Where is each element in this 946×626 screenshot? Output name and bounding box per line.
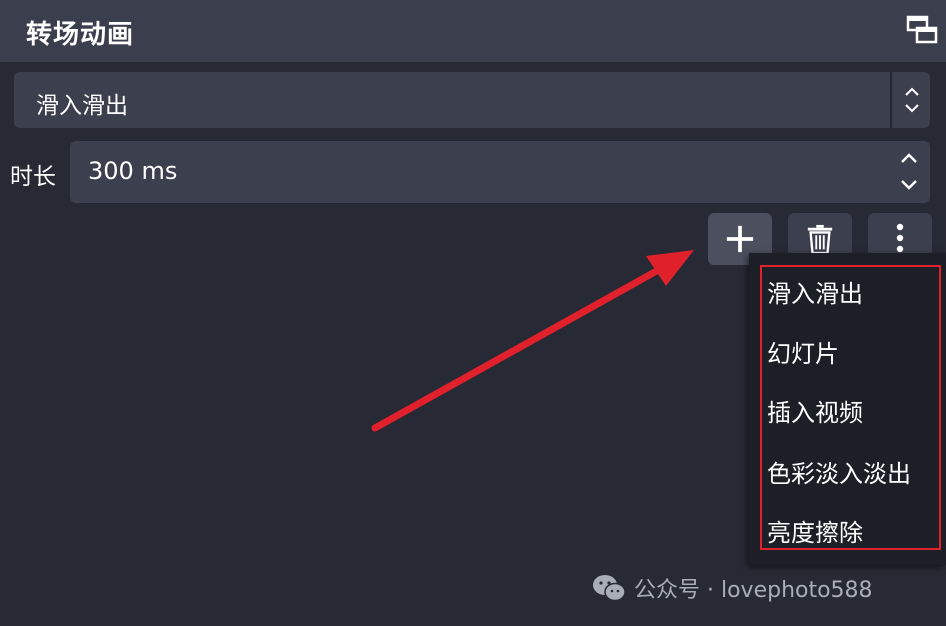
chevron-down-icon[interactable] <box>898 177 920 193</box>
watermark-text: 公众号 · lovephoto588 <box>634 578 873 603</box>
panel-titlebar: 转场动画 <box>0 0 946 62</box>
undock-icon[interactable] <box>906 14 938 46</box>
wechat-icon <box>593 575 626 602</box>
chevron-up-icon[interactable] <box>898 150 920 166</box>
panel-title: 转场动画 <box>26 20 135 50</box>
more-vertical-icon <box>896 223 904 253</box>
duration-value: 300 ms <box>88 157 178 185</box>
duration-label: 时长 <box>10 164 56 190</box>
plus-icon <box>726 225 754 253</box>
transition-select[interactable]: 滑入滑出 <box>14 72 930 128</box>
transition-select-value: 滑入滑出 <box>36 93 128 119</box>
select-divider <box>890 72 892 128</box>
trash-icon <box>807 224 833 255</box>
watermark: 公众号 · lovephoto588 <box>592 571 873 605</box>
select-updown-icon[interactable] <box>900 84 924 116</box>
duration-spinbox[interactable]: 300 ms <box>70 141 930 203</box>
annotation-highlight-box <box>760 265 941 550</box>
